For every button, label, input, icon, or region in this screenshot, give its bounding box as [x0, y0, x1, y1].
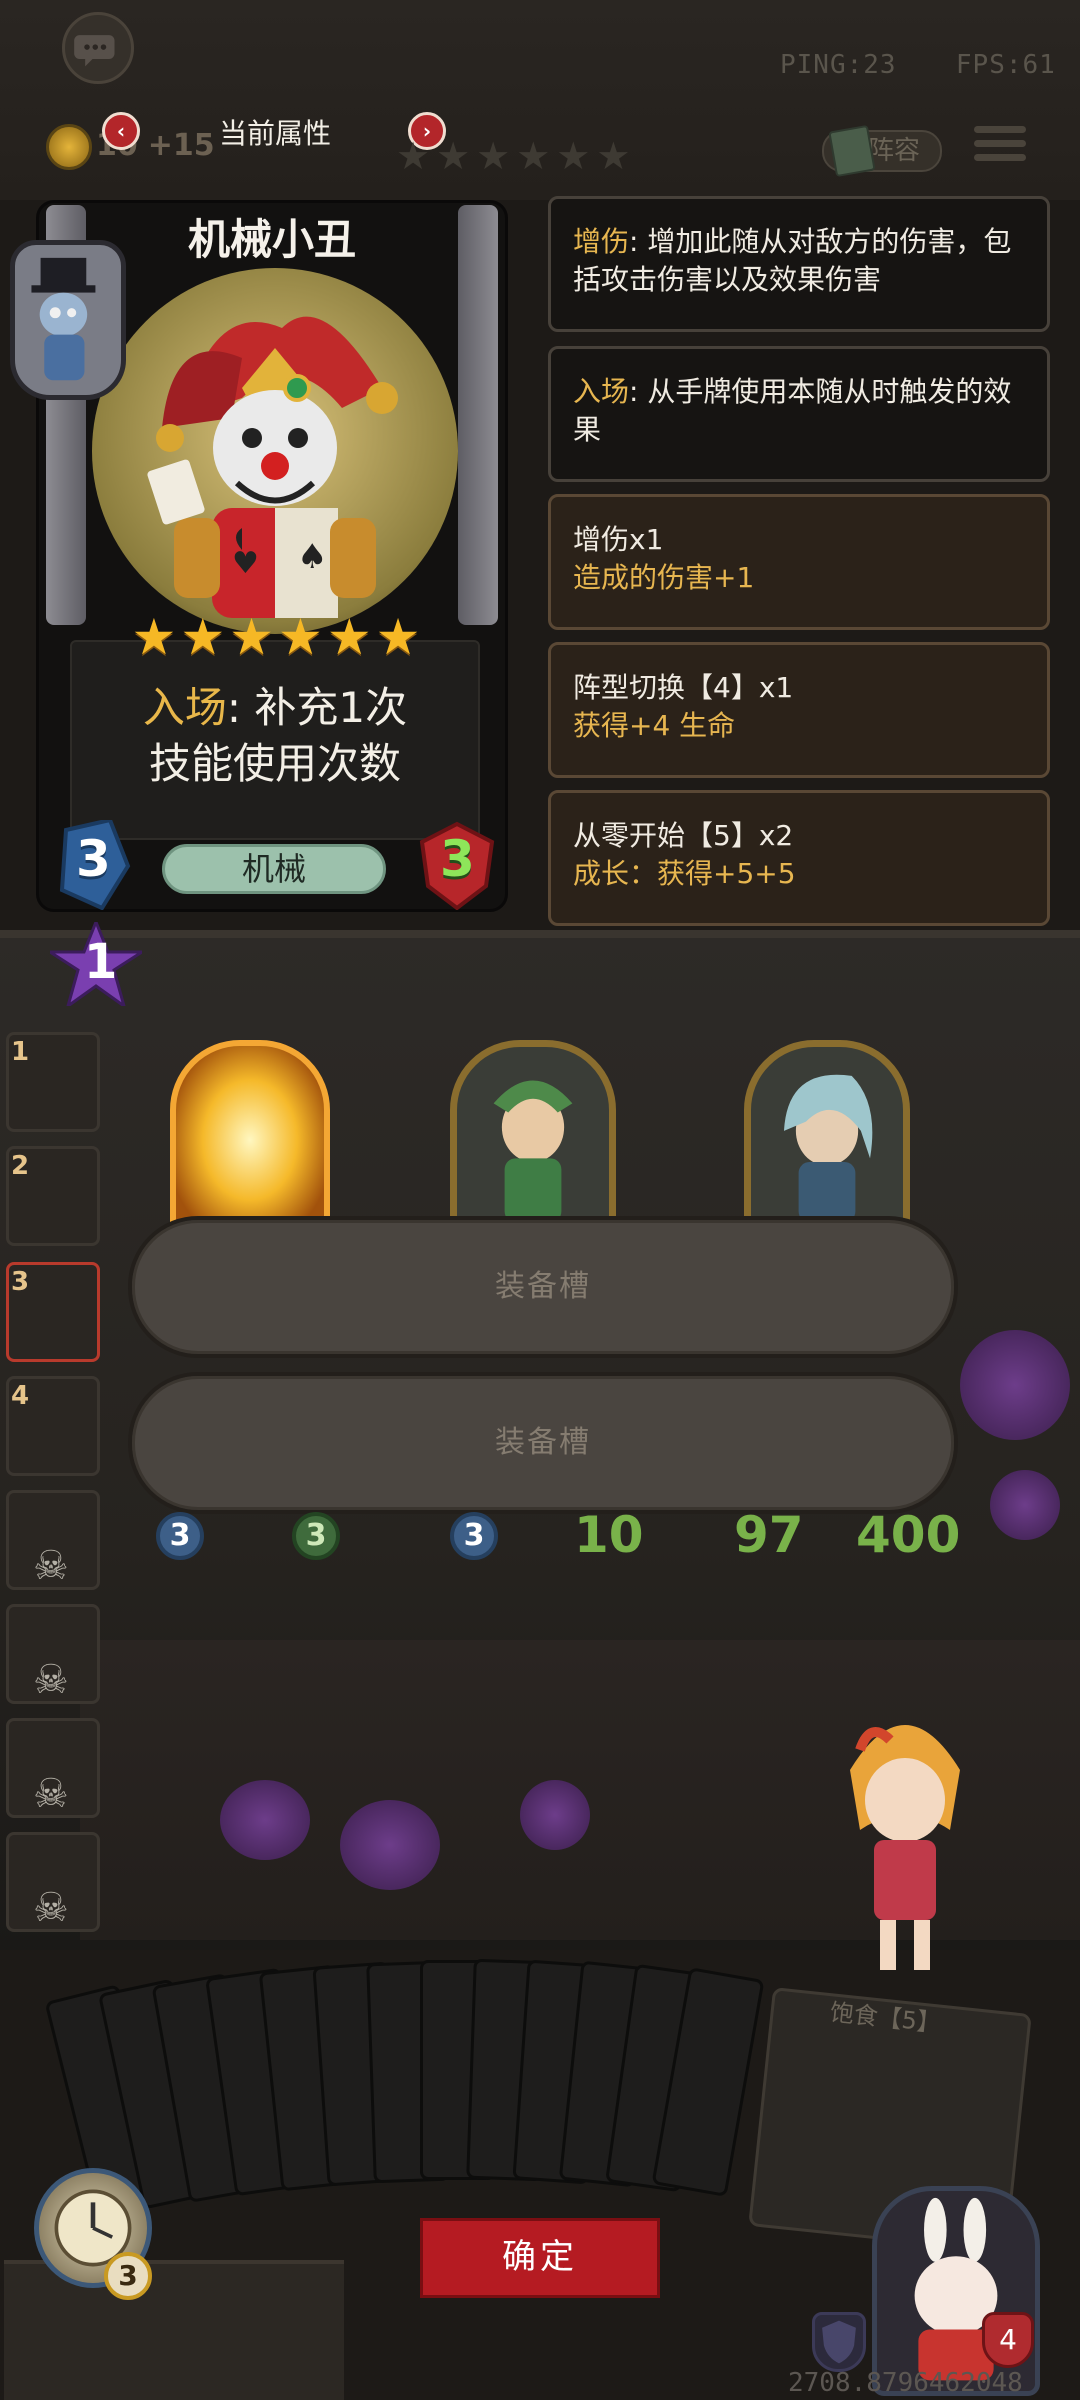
menu-icon [974, 126, 1026, 133]
tavern-level-badge: 1 [44, 917, 148, 1010]
slot-number: 3 [11, 1267, 30, 1297]
minion-slot-glowing[interactable] [170, 1040, 330, 1240]
keyword-panel-battlecry: 入场: 从手牌使用本随从时触发的效果 [548, 346, 1050, 482]
hero-health-value: 4 [982, 2312, 1034, 2368]
prev-arrow-button[interactable]: ‹ [102, 112, 140, 150]
card-cost-value: 3 [76, 830, 111, 888]
network-stats: PING:23 FPS:61 [780, 50, 1056, 80]
sidebar-slot-empty[interactable]: ☠ [6, 1490, 100, 1590]
effect-line-1: 入场: 补充1次 [70, 680, 480, 736]
fairy-portrait [493, 1080, 573, 1223]
skull-icon: ☠ [33, 1543, 69, 1589]
confirm-button[interactable]: 确定 [420, 2218, 660, 2298]
card-effect-text: 入场: 补充1次 技能使用次数 [70, 680, 480, 792]
rose-decoration [520, 1780, 590, 1850]
chat-icon [74, 35, 115, 67]
chevron-left-icon: ‹ [116, 119, 126, 143]
buff-panel-from-zero: 从零开始【5】x2 成长：获得+5+5 [548, 790, 1050, 926]
top-hat-character-icon [31, 257, 96, 381]
sidebar-slot-empty[interactable]: ☠ [6, 1832, 100, 1932]
card-health-badge: 3 [416, 820, 498, 911]
svg-text:♠: ♠ [297, 537, 327, 577]
level-value: 1 [84, 934, 118, 990]
pocket-watch-count: 3 [104, 2252, 152, 2300]
skull-icon: ☠ [33, 1885, 69, 1931]
keyword-label: 增伤 [573, 225, 630, 258]
coordinate-readout: 2708.8796462048 [788, 2368, 1023, 2398]
lineup-book-icon [828, 124, 876, 178]
field-divider [0, 930, 1080, 938]
sidebar-slot-empty[interactable]: ☠ [6, 1718, 100, 1818]
buff-panel-damage: 增伤x1 造成的伤害+1 [548, 494, 1050, 630]
rose-decoration [220, 1780, 310, 1860]
lineup-label: 阵容 [868, 136, 921, 166]
sidebar-slot-4[interactable]: 4 [6, 1376, 100, 1476]
rose-decoration [340, 1800, 440, 1890]
tavern-star-row: ★★★★★★ [396, 134, 637, 178]
sidebar-slot-1[interactable]: 1 [6, 1032, 100, 1132]
buff-detail: 获得+4 生命 [573, 709, 736, 742]
minion-slot-mage[interactable] [744, 1040, 910, 1240]
sidebar-slot-3[interactable]: 3 [6, 1262, 100, 1362]
slot-number: 1 [11, 1037, 30, 1067]
card-name: 机械小丑 [187, 215, 356, 264]
gold-coin-icon [46, 124, 92, 170]
equipment-slot-1[interactable]: 装备槽 [128, 1216, 958, 1358]
equipment-slot-2[interactable]: 装备槽 [128, 1372, 958, 1514]
minion-slot-fairy[interactable] [450, 1040, 616, 1240]
buff-title: 从零开始【5】x2 [573, 819, 794, 852]
card-frame-right [458, 205, 498, 625]
chat-button[interactable] [62, 12, 134, 84]
keyword-label: 入场 [573, 375, 630, 408]
hero-character [850, 1725, 960, 1970]
keyword-description: : 从手牌使用本随从时触发的效果 [573, 375, 1012, 446]
minion-attack: 97 [734, 1506, 804, 1564]
skull-icon: ☠ [33, 1657, 69, 1703]
fps-text: FPS:61 [955, 50, 1056, 80]
card-cost-badge: 3 [58, 817, 132, 911]
mage-portrait [783, 1074, 873, 1223]
menu-button[interactable] [974, 126, 1026, 178]
minion-attack: 3 [450, 1512, 498, 1560]
ping-text: PING:23 [780, 50, 897, 80]
minion-health: 400 [856, 1506, 961, 1564]
shield-button[interactable] [812, 2312, 866, 2372]
card-tribe-tag: 机械 [162, 844, 386, 894]
buff-detail: 造成的伤害+1 [573, 561, 755, 594]
minion-attack: 3 [156, 1512, 204, 1560]
buff-title: 增伤x1 [573, 523, 664, 556]
rose-decoration [960, 1330, 1070, 1440]
svg-text:♥: ♥ [232, 546, 259, 581]
shield-icon [822, 2320, 856, 2364]
jester-robot-illustration: ♠ ♥ [147, 316, 398, 618]
slot-number: 4 [11, 1381, 30, 1411]
effect-keyword: 入场 [142, 683, 227, 732]
sidebar-slot-2[interactable]: 2 [6, 1146, 100, 1246]
card-health-value: 3 [440, 830, 475, 888]
buff-panel-formation: 阵型切换【4】x1 获得+4 生命 [548, 642, 1050, 778]
rose-decoration [990, 1470, 1060, 1540]
buff-title: 阵型切换【4】x1 [573, 671, 794, 704]
card-portrait: ♠ ♥ [92, 268, 458, 634]
sidebar-slot-empty[interactable]: ☠ [6, 1604, 100, 1704]
minion-health: 3 [292, 1512, 340, 1560]
minion-health: 10 [574, 1506, 644, 1564]
effect-line-1-rest: : 补充1次 [226, 683, 408, 732]
buff-detail: 成长：获得+5+5 [573, 857, 796, 890]
slot-number: 2 [11, 1151, 30, 1181]
effect-line-2: 技能使用次数 [148, 739, 401, 788]
attribute-title: 当前属性 [218, 117, 331, 150]
keyword-panel-damage-boost: 增伤: 增加此随从对敌方的伤害，包括攻击伤害以及效果伤害 [548, 196, 1050, 332]
keyword-description: : 增加此随从对敌方的伤害，包括攻击伤害以及效果伤害 [573, 225, 1012, 296]
skull-icon: ☠ [33, 1771, 69, 1817]
card-star-rating: ★★★★★★ [131, 608, 425, 666]
